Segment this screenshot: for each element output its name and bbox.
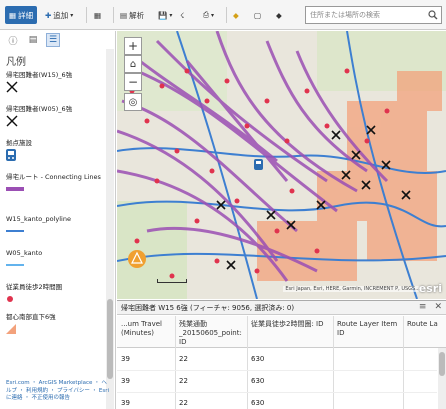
- grid-icon: ▦: [94, 10, 102, 20]
- polygon-icon: [6, 321, 106, 337]
- directions-icon: ◆: [233, 10, 239, 20]
- scale-bar: [157, 279, 187, 283]
- table-header-bar: 帰宅困難者 W15 6強 (フィーチャ: 9056, 選択済み: 0) ≡ ✕: [117, 301, 446, 315]
- home-button[interactable]: ⌂: [124, 55, 142, 73]
- sidebar-tabs: ⓘ ▤ ☰: [0, 31, 115, 49]
- warning-icon: [128, 250, 146, 268]
- point-icon: [6, 291, 106, 307]
- cross-icon: [6, 113, 106, 129]
- polyline-icon: [6, 223, 106, 239]
- close-icon[interactable]: ✕: [434, 302, 442, 312]
- legend-item: 帰宅困難者(W05)_6強: [6, 105, 106, 139]
- zoom-in-button[interactable]: +: [124, 37, 142, 55]
- analysis-icon: ▤: [120, 10, 128, 20]
- bookmark-button[interactable]: ◆: [276, 6, 282, 24]
- analysis-button[interactable]: ▤ 解析: [120, 6, 144, 24]
- measure-icon: ▢: [254, 10, 262, 20]
- add-button[interactable]: ✚ 追加 ▾: [45, 6, 73, 24]
- chevron-down-icon: ▾: [169, 11, 173, 19]
- add-icon: ✚: [45, 10, 52, 20]
- scroll-thumb[interactable]: [439, 352, 445, 376]
- legend-item: 都心南部直下6強: [6, 313, 106, 343]
- table-row[interactable]: 39 22 630: [117, 371, 437, 393]
- table-title: 帰宅困難者 W15 6強 (フィーチャ: 9056, 選択済み: 0): [121, 304, 295, 312]
- share-icon: ☇: [180, 10, 185, 20]
- details-icon: ▦: [9, 10, 17, 20]
- table-column-headers: ...um Travel (Minutes) 残業通勤_20150605_poi…: [117, 316, 446, 348]
- footer-links[interactable]: Esri.com ・ ArcGIS Marketplace ・ ヘルプ ・ 利用…: [6, 380, 110, 403]
- share-button[interactable]: ☇: [180, 6, 184, 24]
- map-attribution: Esri Japan, Esri, HERE, Garmin, INCREMEN…: [283, 286, 422, 292]
- list-icon: ☰: [48, 35, 58, 45]
- map-canvas: [117, 31, 446, 299]
- options-menu-icon[interactable]: ≡: [419, 302, 427, 312]
- chevron-down-icon: ▾: [211, 11, 215, 19]
- route-line-icon: [6, 181, 106, 197]
- table-row[interactable]: 39 22 630: [117, 393, 437, 409]
- legend-item: 従業員徒歩2時間圏: [6, 283, 106, 313]
- home-icon: ⌂: [129, 58, 137, 70]
- toolbar-divider: [226, 7, 227, 23]
- legend-list: 帰宅困難者(W15)_6強 帰宅困難者(W05)_6強 拠点施設 帰宅ルート -…: [6, 71, 106, 343]
- bus-icon: [254, 159, 263, 170]
- column-header[interactable]: Route Layer Item ID: [337, 320, 403, 338]
- map-view[interactable]: + ⌂ − ◎ Esri Japan, Esri, HERE, Garmin, …: [117, 31, 446, 299]
- scroll-thumb[interactable]: [107, 299, 113, 379]
- legend-item: 帰宅困難者(W15)_6強: [6, 71, 106, 105]
- table-row[interactable]: 39 22 630: [117, 349, 437, 371]
- basemap-button[interactable]: ▦: [94, 6, 101, 24]
- save-icon: 💾: [158, 10, 168, 20]
- print-button[interactable]: ⎙ ▾: [203, 6, 214, 24]
- sidebar-scrollbar[interactable]: [106, 49, 114, 409]
- save-button[interactable]: 💾 ▾: [158, 6, 172, 24]
- table-scrollbar[interactable]: [438, 348, 446, 409]
- zoom-out-button[interactable]: −: [124, 73, 142, 91]
- chevron-down-icon: ▾: [70, 11, 74, 19]
- minus-icon: −: [127, 75, 139, 89]
- line-icon: [6, 257, 106, 273]
- details-button[interactable]: ▦ 詳細: [5, 6, 38, 24]
- column-header[interactable]: ...um Travel (Minutes): [121, 320, 177, 338]
- search-icon[interactable]: [426, 8, 440, 22]
- layers-icon: ▤: [28, 35, 38, 45]
- bus-icon: [6, 147, 106, 163]
- column-header[interactable]: 残業通勤_20150605_point: ID: [179, 320, 247, 347]
- crosshair-icon: ◎: [128, 96, 138, 108]
- legend-item: W15_kanto_polyline: [6, 215, 106, 249]
- print-icon: ⎙: [203, 10, 209, 19]
- legend-item: W05_kanto: [6, 249, 106, 283]
- tab-contents[interactable]: ▤: [26, 33, 40, 47]
- legend-item: 帰宅ルート - Connecting Lines: [6, 173, 106, 215]
- cross-icon: [6, 79, 106, 95]
- tab-legend[interactable]: ☰: [46, 33, 60, 47]
- plus-icon: +: [127, 39, 139, 53]
- esri-logo: esri: [418, 282, 442, 295]
- toolbar-divider: [86, 7, 87, 23]
- toolbar: ▦ 詳細 ✚ 追加 ▾ ▦ ▤ 解析 💾 ▾ ☇ ⎙ ▾ ◆ ▢ ◆ 住所または…: [0, 0, 446, 30]
- locate-button[interactable]: ◎: [124, 93, 142, 111]
- directions-button[interactable]: ◆: [233, 6, 239, 24]
- bookmark-icon: ◆: [276, 10, 282, 20]
- search-input[interactable]: 住所または場所の検索: [305, 6, 442, 24]
- info-icon: ⓘ: [8, 36, 18, 47]
- legend-panel: ⓘ ▤ ☰ 凡例 帰宅困難者(W15)_6強 帰宅困難者(W05)_6強 拠点施…: [0, 31, 116, 409]
- attribute-table: 帰宅困難者 W15 6強 (フィーチャ: 9056, 選択済み: 0) ≡ ✕ …: [117, 300, 446, 409]
- tab-about[interactable]: ⓘ: [6, 33, 20, 47]
- column-header[interactable]: 従業員徒歩2時間圏: ID: [251, 320, 333, 329]
- measure-button[interactable]: ▢: [254, 6, 261, 24]
- legend-item: 拠点施設: [6, 139, 106, 173]
- legend-title: 凡例: [6, 57, 26, 68]
- toolbar-divider: [113, 7, 114, 23]
- column-header[interactable]: Route La: [407, 320, 441, 329]
